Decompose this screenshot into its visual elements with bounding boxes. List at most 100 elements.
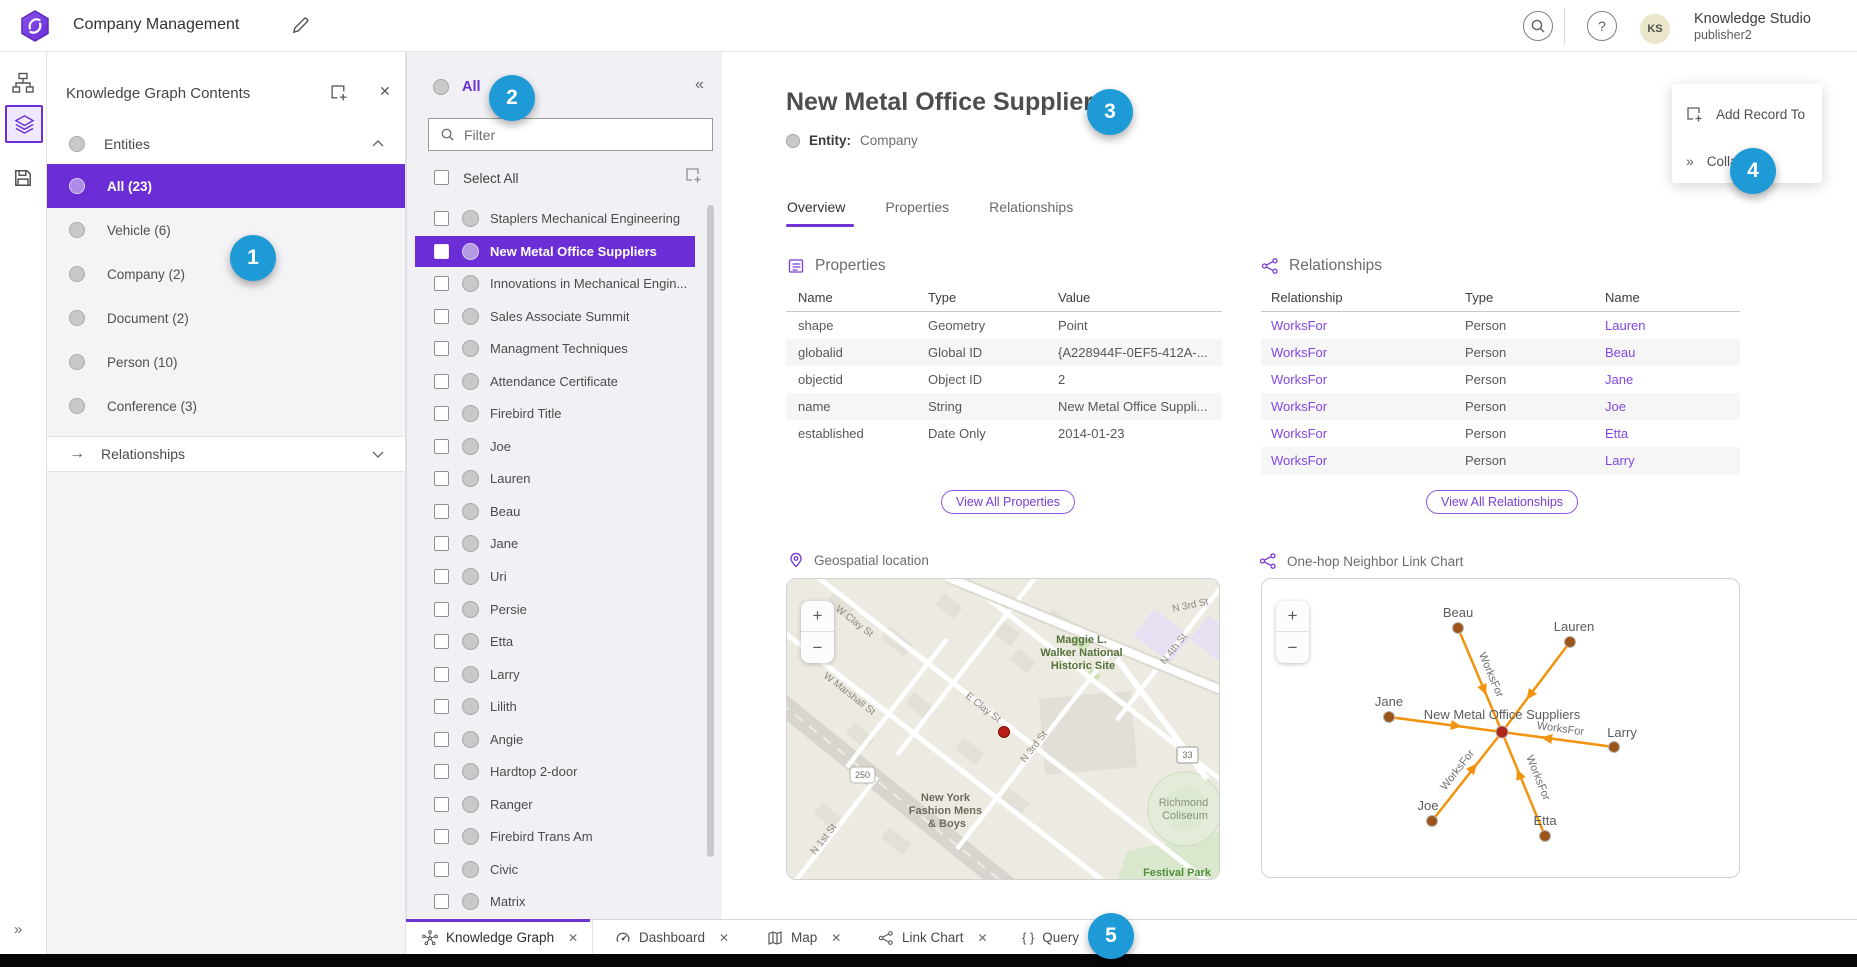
record-item-selected[interactable]: New Metal Office Suppliers [415,236,695,267]
add-record-button[interactable] [330,84,348,102]
tab-properties[interactable]: Properties [885,199,949,215]
node-joe[interactable] [1427,816,1438,827]
zoom-in-button[interactable]: + [801,601,834,632]
add-record-button[interactable] [685,167,702,184]
record-checkbox[interactable] [434,569,449,584]
node-larry[interactable] [1609,742,1620,753]
entity-link[interactable]: Jane [1593,372,1740,387]
menu-item-add-record-to[interactable]: Add Record To [1672,92,1822,136]
view-tab-map[interactable]: Map ✕ [767,920,841,955]
record-checkbox[interactable] [434,699,449,714]
view-tab-knowledge-graph[interactable]: Knowledge Graph ✕ [422,920,578,955]
record-item[interactable]: Firebird Trans Am [415,821,695,852]
node-etta[interactable] [1540,831,1551,842]
help-button[interactable]: ? [1587,11,1617,41]
record-checkbox[interactable] [434,406,449,421]
record-item[interactable]: Sales Associate Summit [415,301,695,332]
relationships-group-header[interactable]: → Relationships [47,436,405,472]
entity-type-vehicle[interactable]: Vehicle (6) [47,208,405,252]
zoom-in-button[interactable]: + [1276,601,1309,632]
record-checkbox[interactable] [434,536,449,551]
record-checkbox[interactable] [434,309,449,324]
record-item[interactable]: Persie [415,594,695,625]
entity-link[interactable]: Etta [1593,426,1740,441]
record-checkbox[interactable] [434,471,449,486]
entities-group-header[interactable]: Entities [47,123,405,164]
record-item[interactable]: Matrix [415,886,695,917]
record-item[interactable]: Etta [415,626,695,657]
zoom-out-button[interactable]: − [801,632,834,663]
entity-type-person[interactable]: Person (10) [47,340,405,384]
view-all-relationships-button[interactable]: View All Relationships [1426,490,1578,514]
search-button[interactable] [1523,11,1553,41]
record-checkbox[interactable] [434,862,449,877]
entity-type-all[interactable]: All (23) [47,164,405,208]
relationship-link[interactable]: WorksFor [1261,453,1453,468]
collapse-panel-button[interactable]: « [695,76,704,94]
tab-overview[interactable]: Overview [787,199,845,215]
record-item[interactable]: Jane [415,528,695,559]
entity-type-company[interactable]: Company (2) [47,252,405,296]
record-item[interactable]: Staplers Mechanical Engineering [415,203,695,234]
view-tab-link-chart[interactable]: Link Chart ✕ [878,920,988,955]
zoom-out-button[interactable]: − [1276,632,1309,663]
expand-rail-button[interactable]: » [14,921,22,938]
record-checkbox[interactable] [434,602,449,617]
relationship-link[interactable]: WorksFor [1261,345,1453,360]
record-item[interactable]: Larry [415,659,695,690]
record-checkbox[interactable] [434,797,449,812]
record-item[interactable]: Attendance Certificate [415,366,695,397]
record-item[interactable]: Lauren [415,463,695,494]
close-panel-button[interactable]: ✕ [379,83,391,100]
link-chart-canvas[interactable]: WorksFor WorksFor WorksFor WorksFor Beau… [1262,579,1740,878]
record-item[interactable]: Civic [415,854,695,885]
record-item[interactable]: Lilith [415,691,695,722]
entity-type-document[interactable]: Document (2) [47,296,405,340]
node-beau[interactable] [1453,623,1464,634]
record-item[interactable]: Joe [415,431,695,462]
filter-input[interactable] [464,127,694,143]
entity-type-conference[interactable]: Conference (3) [47,384,405,428]
record-item[interactable]: Uri [415,561,695,592]
close-tab-icon[interactable]: ✕ [719,931,729,945]
map-marker[interactable] [999,727,1010,738]
record-checkbox[interactable] [434,504,449,519]
records-scrollbar[interactable] [707,205,714,857]
close-tab-icon[interactable]: ✕ [831,931,841,945]
record-checkbox[interactable] [434,341,449,356]
record-checkbox[interactable] [434,634,449,649]
relationship-link[interactable]: WorksFor [1261,372,1453,387]
map-canvas[interactable]: W Clay St W Marshall St E Clay St N 3rd … [787,579,1220,880]
close-tab-icon[interactable]: ✕ [568,931,578,945]
avatar[interactable]: KS [1640,14,1670,44]
node-lauren[interactable] [1565,637,1576,648]
select-all-checkbox[interactable] [434,170,449,185]
node-center[interactable] [1496,726,1508,738]
record-item[interactable]: Innovations in Mechanical Engin... [415,268,695,299]
entity-link[interactable]: Lauren [1593,318,1740,333]
entity-link[interactable]: Joe [1593,399,1740,414]
record-item[interactable]: Firebird Title [415,398,695,429]
record-checkbox[interactable] [434,829,449,844]
record-checkbox[interactable] [434,439,449,454]
record-checkbox[interactable] [434,732,449,747]
view-tab-dashboard[interactable]: Dashboard ✕ [615,920,729,955]
entity-link[interactable]: Larry [1593,453,1740,468]
record-item[interactable]: Managment Techniques [415,333,695,364]
relationship-link[interactable]: WorksFor [1261,399,1453,414]
relationship-link[interactable]: WorksFor [1261,318,1453,333]
record-checkbox[interactable] [434,211,449,226]
relationship-link[interactable]: WorksFor [1261,426,1453,441]
edit-title-button[interactable] [291,16,310,35]
record-item[interactable]: Ranger [415,789,695,820]
layers-button[interactable] [5,105,43,143]
record-item[interactable]: Beau [415,496,695,527]
record-item[interactable]: Hardtop 2-door [415,756,695,787]
record-item[interactable]: Angie [415,724,695,755]
record-checkbox[interactable] [434,764,449,779]
tab-relationships[interactable]: Relationships [989,199,1073,215]
save-button[interactable] [0,168,46,188]
scope-radio[interactable] [433,79,449,95]
view-all-properties-button[interactable]: View All Properties [941,490,1075,514]
record-checkbox[interactable] [434,244,449,259]
